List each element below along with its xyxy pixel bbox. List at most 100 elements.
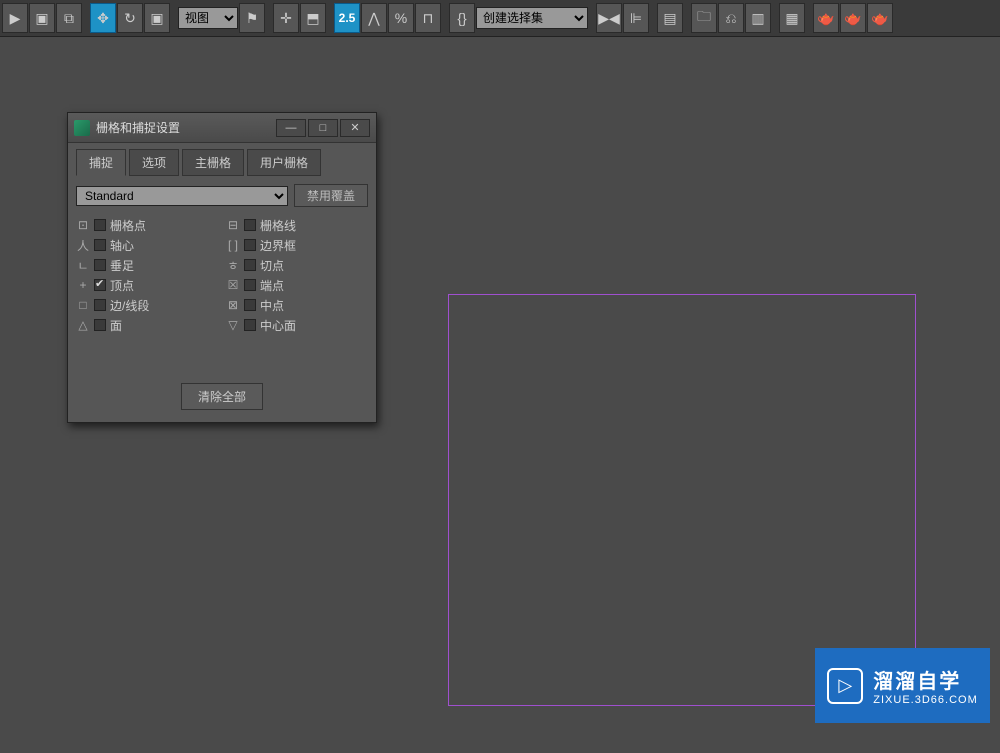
snap-tangent-check[interactable] [244,259,256,271]
snap-col-left: ⊡栅格点 人轴心 ㄴ垂足 +顶点 □边/线段 △面 [76,215,218,335]
endpoint-icon: ☒ [226,278,240,292]
angle-snap-btn[interactable]: ⋀ [361,3,387,33]
select-arrow-btn[interactable]: ▶ [2,3,28,33]
snap-tangent: ㅎ切点 [226,255,368,275]
graph-icon: ⎌ [725,10,736,27]
mirror-icon: ▶◀ [598,10,620,27]
snap-grid-points: ⊡栅格点 [76,215,218,235]
pivot-glyph-icon: 人 [76,237,90,254]
snap-type-combo[interactable]: Standard [76,186,288,206]
tangent-icon: ㅎ [226,257,240,274]
override-button[interactable]: 禁用覆盖 [294,184,368,207]
move-btn[interactable]: ✥ [90,3,116,33]
pivot-btn[interactable]: ⚑ [239,3,265,33]
snap-face-check[interactable] [94,319,106,331]
snap-centerface: ▽中心面 [226,315,368,335]
manip-btn[interactable]: ✛ [273,3,299,33]
snap-centerface-check[interactable] [244,319,256,331]
app-icon [74,120,90,136]
snap-bbox: [ ]边界框 [226,235,368,255]
face-icon: △ [76,318,90,332]
tab-home-grid[interactable]: 主栅格 [182,149,244,176]
select-window-btn[interactable]: ⧉ [56,3,82,33]
dialog-body: 捕捉 选项 主栅格 用户栅格 Standard 禁用覆盖 ⊡栅格点 人轴心 ㄴ垂… [68,143,376,422]
region-icon: ▣ [35,10,48,27]
scale-icon: ▣ [150,10,163,27]
edge-icon: □ [76,298,90,312]
snap-toggle-btn[interactable]: 2.5 [334,3,360,33]
snap-options-grid: ⊡栅格点 人轴心 ㄴ垂足 +顶点 □边/线段 △面 ⊟栅格线 [ ]边界框 ㅎ切… [76,215,368,335]
percent-snap-btn[interactable]: % [388,3,414,33]
keyboard-icon: ⬒ [306,10,319,27]
grid-snap-settings-dialog: 栅格和捕捉设置 — □ ✕ 捕捉 选项 主栅格 用户栅格 Standard 禁用… [67,112,377,423]
tab-snap[interactable]: 捕捉 [76,149,126,176]
named-sel-btn[interactable]: {} [449,3,475,33]
snap-endpoint-check[interactable] [244,279,256,291]
snap-col-right: ⊟栅格线 [ ]边界框 ㅎ切点 ☒端点 ⊠中点 ▽中心面 [226,215,368,335]
play-icon: ▷ [827,668,863,704]
dialog-tabs: 捕捉 选项 主栅格 用户栅格 [76,149,368,176]
percent-icon: % [395,10,407,26]
align-btn[interactable]: ⊫ [623,3,649,33]
tab-user-grids[interactable]: 用户栅格 [247,149,321,176]
render-prod-btn[interactable]: 🫖 [840,3,866,33]
clear-all-button[interactable]: 清除全部 [181,383,263,410]
angle-icon: ⋀ [368,10,379,27]
snap-bbox-check[interactable] [244,239,256,251]
reference-coord-select[interactable]: 视图 [178,7,238,29]
snap-grid-lines: ⊟栅格线 [226,215,368,235]
minimize-button[interactable]: — [276,119,306,137]
snap-25-icon: 2.5 [339,11,356,25]
snap-endpoint: ☒端点 [226,275,368,295]
move-icon: ✥ [97,10,109,27]
snap-edge-check[interactable] [94,299,106,311]
bbox-icon: [ ] [226,238,240,252]
close-button[interactable]: ✕ [340,119,370,137]
teapot2-icon: 🫖 [844,10,861,27]
snap-perpendicular: ㄴ垂足 [76,255,218,275]
maximize-button[interactable]: □ [308,119,338,137]
perp-icon: ㄴ [76,257,90,274]
watermark-sub: ZIXUE.3D66.COM [873,694,977,706]
layer-btn[interactable]: ▤ [657,3,683,33]
snap-edge: □边/线段 [76,295,218,315]
mat-editor-btn[interactable]: ▥ [745,3,771,33]
scale-btn[interactable]: ▣ [144,3,170,33]
render-setup-btn[interactable]: ▦ [779,3,805,33]
dialog-title: 栅格和捕捉设置 [96,119,274,136]
rotate-icon: ↻ [124,10,136,27]
watermark: ▷ 溜溜自学 ZIXUE.3D66.COM [815,648,990,723]
keyboard-btn[interactable]: ⬒ [300,3,326,33]
snap-pivot: 人轴心 [76,235,218,255]
selected-rectangle-object[interactable] [448,294,916,706]
manip-icon: ✛ [280,10,292,27]
snap-perp-check[interactable] [94,259,106,271]
rotate-btn[interactable]: ↻ [117,3,143,33]
snap-pivot-check[interactable] [94,239,106,251]
pivot-icon: ⚑ [246,10,259,27]
render-iter-btn[interactable]: 🫖 [867,3,893,33]
snap-grid-points-check[interactable] [94,219,106,231]
mirror-btn[interactable]: ▶◀ [596,3,622,33]
snap-vertex-check[interactable] [94,279,106,291]
folder-icon: 🗀 [697,6,711,30]
mat-icon: ▥ [751,10,764,27]
main-toolbar: ▶ ▣ ⧉ ✥ ↻ ▣ 视图 ⚑ ✛ ⬒ 2.5 ⋀ % ⊓ {} 创建选择集 … [0,0,1000,37]
schematic-btn[interactable]: ⎌ [718,3,744,33]
snap-midpoint-check[interactable] [244,299,256,311]
watermark-main: 溜溜自学 [873,665,977,694]
curve-editor-btn[interactable]: 🗀 [691,3,717,33]
snap-grid-lines-check[interactable] [244,219,256,231]
arrow-icon: ▶ [10,10,21,27]
vertex-icon: + [76,278,90,292]
grid-lines-icon: ⊟ [226,218,240,232]
select-region-btn[interactable]: ▣ [29,3,55,33]
grid-point-icon: ⊡ [76,218,90,232]
watermark-text: 溜溜自学 ZIXUE.3D66.COM [873,665,977,706]
spinner-snap-btn[interactable]: ⊓ [415,3,441,33]
render-frame-btn[interactable]: 🫖 [813,3,839,33]
selection-set-select[interactable]: 创建选择集 [476,7,588,29]
snap-midpoint: ⊠中点 [226,295,368,315]
dialog-titlebar[interactable]: 栅格和捕捉设置 — □ ✕ [68,113,376,143]
tab-options[interactable]: 选项 [129,149,179,176]
